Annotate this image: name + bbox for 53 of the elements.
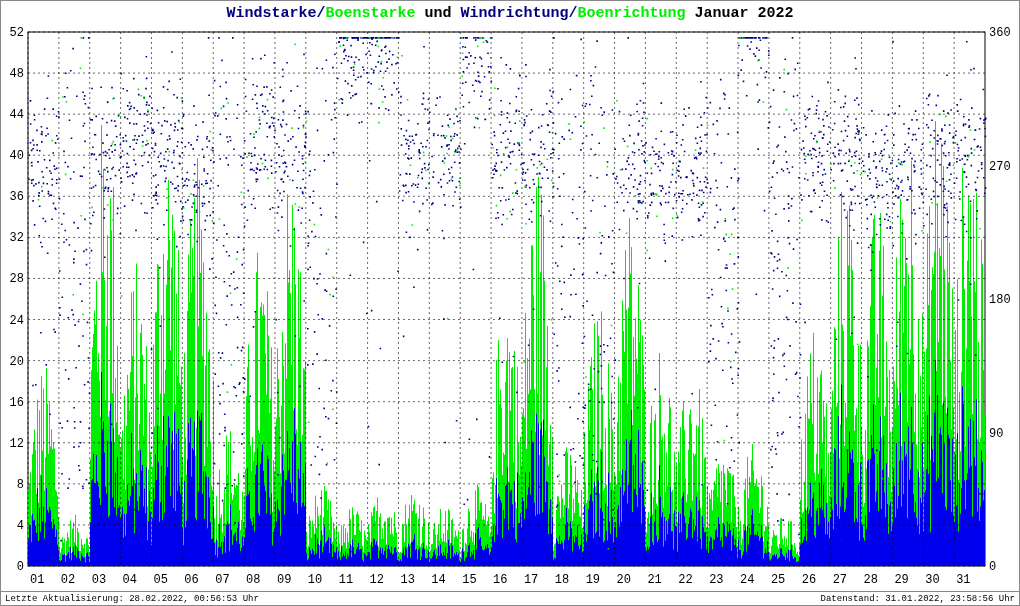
axis-tick-label: 06: [184, 573, 199, 587]
axis-tick-label: 20: [616, 573, 631, 587]
data-timestamp-text: Datenstand: 31.01.2022, 23:58:56 Uhr: [820, 593, 1015, 604]
axis-tick-label: 10: [307, 573, 323, 587]
axis-tick-label: 31: [956, 573, 971, 587]
axis-tick-label: 12: [369, 573, 384, 587]
chart-title: Windstarke/Boenstarke und Windrichtung/Boenrichtung Januar 2022: [225, 3, 795, 24]
axis-tick-label: 22: [678, 573, 693, 587]
axis-tick-label: 28: [863, 573, 878, 587]
axis-tick-label: 26: [801, 573, 817, 587]
axis-tick-label: 360: [989, 26, 1011, 40]
axis-tick-label: 04: [122, 573, 137, 587]
axis-tick-label: 44: [9, 108, 24, 123]
axis-tick-label: 15: [462, 573, 477, 587]
axis-tick-label: 90: [989, 426, 1004, 441]
axis-tick-label: 180: [989, 293, 1011, 307]
axis-tick-label: 48: [9, 67, 24, 82]
axis-tick-label: 27: [832, 573, 848, 587]
axis-tick-label: 03: [91, 573, 107, 587]
axis-tick-label: 21: [647, 573, 662, 587]
axis-tick-label: 30: [925, 573, 940, 587]
axis-tick-label: 8: [16, 477, 24, 492]
axis-tick-label: 13: [400, 573, 415, 587]
axis-tick-label: 4: [16, 518, 24, 533]
axis-tick-label: 24: [9, 313, 24, 328]
axis-tick-label: 24: [740, 573, 755, 587]
last-update-text: Letzte Aktualisierung: 28.02.2022, 00:56:53 Uhr: [5, 593, 259, 604]
axis-tick-label: 25: [770, 573, 786, 587]
axis-tick-label: 28: [9, 272, 24, 287]
axis-tick-label: 23: [709, 573, 724, 587]
axis-tick-label: 08: [246, 573, 261, 587]
axis-tick-label: 17: [523, 573, 539, 587]
axis-tick-label: 16: [9, 395, 24, 410]
axis-tick-label: 11: [338, 573, 354, 587]
axis-tick-label: 07: [215, 573, 230, 587]
axis-tick-label: 0: [989, 560, 997, 574]
axis-tick-label: 02: [60, 573, 76, 587]
axis-tick-label: 01: [30, 573, 45, 587]
axis-tick-label: 29: [894, 573, 909, 587]
axis-tick-label: 52: [9, 26, 24, 40]
axis-tick-label: 14: [431, 573, 446, 587]
axis-tick-label: 09: [276, 573, 292, 587]
axis-tick-label: 32: [9, 231, 24, 246]
axis-tick-label: 19: [585, 573, 601, 587]
axis-tick-label: 16: [493, 573, 508, 587]
axis-tick-label: 40: [9, 149, 24, 164]
axis-tick-label: 36: [9, 190, 24, 205]
axis-tick-label: 0: [16, 560, 24, 574]
axis-tick-label: 18: [554, 573, 570, 587]
axis-tick-label: 20: [9, 354, 24, 369]
axis-tick-label: 12: [9, 436, 24, 451]
axis-tick-label: 05: [153, 573, 168, 587]
axis-tick-label: 270: [989, 159, 1011, 174]
